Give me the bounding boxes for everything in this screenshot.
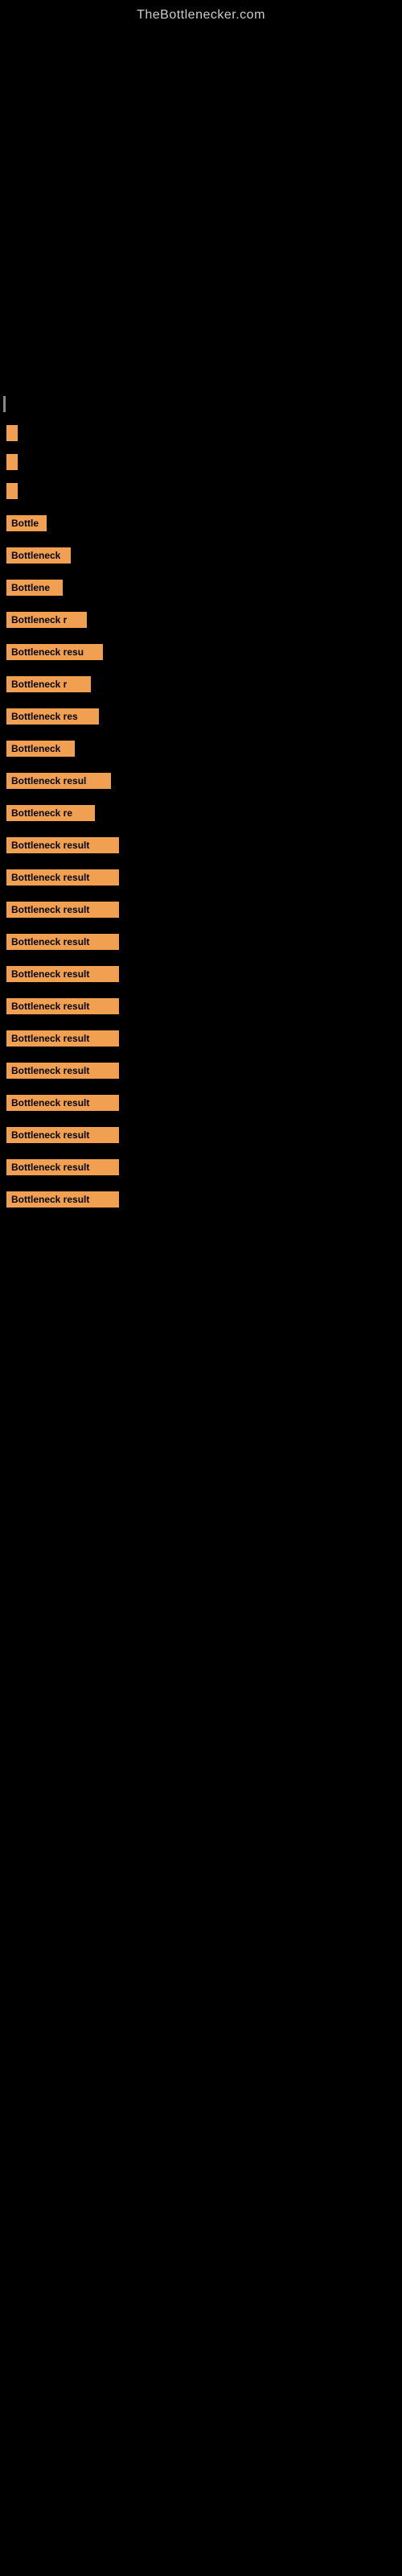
result-bar: Bottleneck r xyxy=(6,676,91,692)
list-item: Bottleneck xyxy=(0,544,402,567)
result-bar xyxy=(6,454,18,470)
result-bar: Bottleneck result xyxy=(6,869,119,886)
list-item xyxy=(0,480,402,502)
result-bar: Bottleneck result xyxy=(6,1095,119,1111)
list-item: Bottleneck result xyxy=(0,1188,402,1211)
result-bar: Bottleneck xyxy=(6,547,71,564)
result-bar: Bottleneck res xyxy=(6,708,99,724)
result-bar: Bottleneck result xyxy=(6,1030,119,1046)
list-item: Bottleneck result xyxy=(0,1156,402,1179)
result-bar: Bottleneck r xyxy=(6,612,87,628)
chart-area xyxy=(0,23,402,361)
list-item: Bottleneck r xyxy=(0,609,402,631)
list-item: Bottleneck result xyxy=(0,1124,402,1146)
site-title: TheBottlenecker.com xyxy=(0,0,402,23)
list-item: Bottle xyxy=(0,512,402,535)
list-item: Bottleneck result xyxy=(0,866,402,889)
result-bar: Bottleneck result xyxy=(6,1063,119,1079)
result-bar: Bottleneck xyxy=(6,741,75,757)
list-item: Bottleneck res xyxy=(0,705,402,728)
list-item: Bottleneck xyxy=(0,737,402,760)
result-bar: Bottleneck result xyxy=(6,1191,119,1208)
result-bar: Bottlene xyxy=(6,580,63,596)
list-item xyxy=(0,451,402,473)
list-item: Bottleneck result xyxy=(0,931,402,953)
result-bar: Bottleneck result xyxy=(6,1127,119,1143)
list-item: Bottleneck resul xyxy=(0,770,402,792)
list-item: Bottleneck r xyxy=(0,673,402,696)
list-item: Bottleneck re xyxy=(0,802,402,824)
result-bar: Bottleneck result xyxy=(6,998,119,1014)
list-item xyxy=(0,422,402,444)
results-container: Bottle Bottleneck Bottlene Bottleneck r … xyxy=(0,361,402,1219)
result-bar: Bottleneck result xyxy=(6,837,119,853)
list-item: Bottleneck result xyxy=(0,1027,402,1050)
result-bar: Bottleneck result xyxy=(6,934,119,950)
result-bar: Bottleneck re xyxy=(6,805,95,821)
result-bar: Bottleneck resul xyxy=(6,773,111,789)
list-item: Bottleneck resu xyxy=(0,641,402,663)
result-bar: Bottleneck result xyxy=(6,1159,119,1175)
result-bar: Bottle xyxy=(6,515,47,531)
result-bar: Bottleneck resu xyxy=(6,644,103,660)
list-item xyxy=(0,393,402,415)
result-bar: Bottleneck result xyxy=(6,966,119,982)
result-bar: Bottleneck result xyxy=(6,902,119,918)
list-item: Bottleneck result xyxy=(0,834,402,857)
border-indicator xyxy=(3,396,6,412)
list-item: Bottlene xyxy=(0,576,402,599)
list-item: Bottleneck result xyxy=(0,995,402,1018)
list-item: Bottleneck result xyxy=(0,1059,402,1082)
result-bar xyxy=(6,483,18,499)
list-item: Bottleneck result xyxy=(0,898,402,921)
list-item: Bottleneck result xyxy=(0,963,402,985)
result-bar xyxy=(6,425,18,441)
list-item: Bottleneck result xyxy=(0,1092,402,1114)
